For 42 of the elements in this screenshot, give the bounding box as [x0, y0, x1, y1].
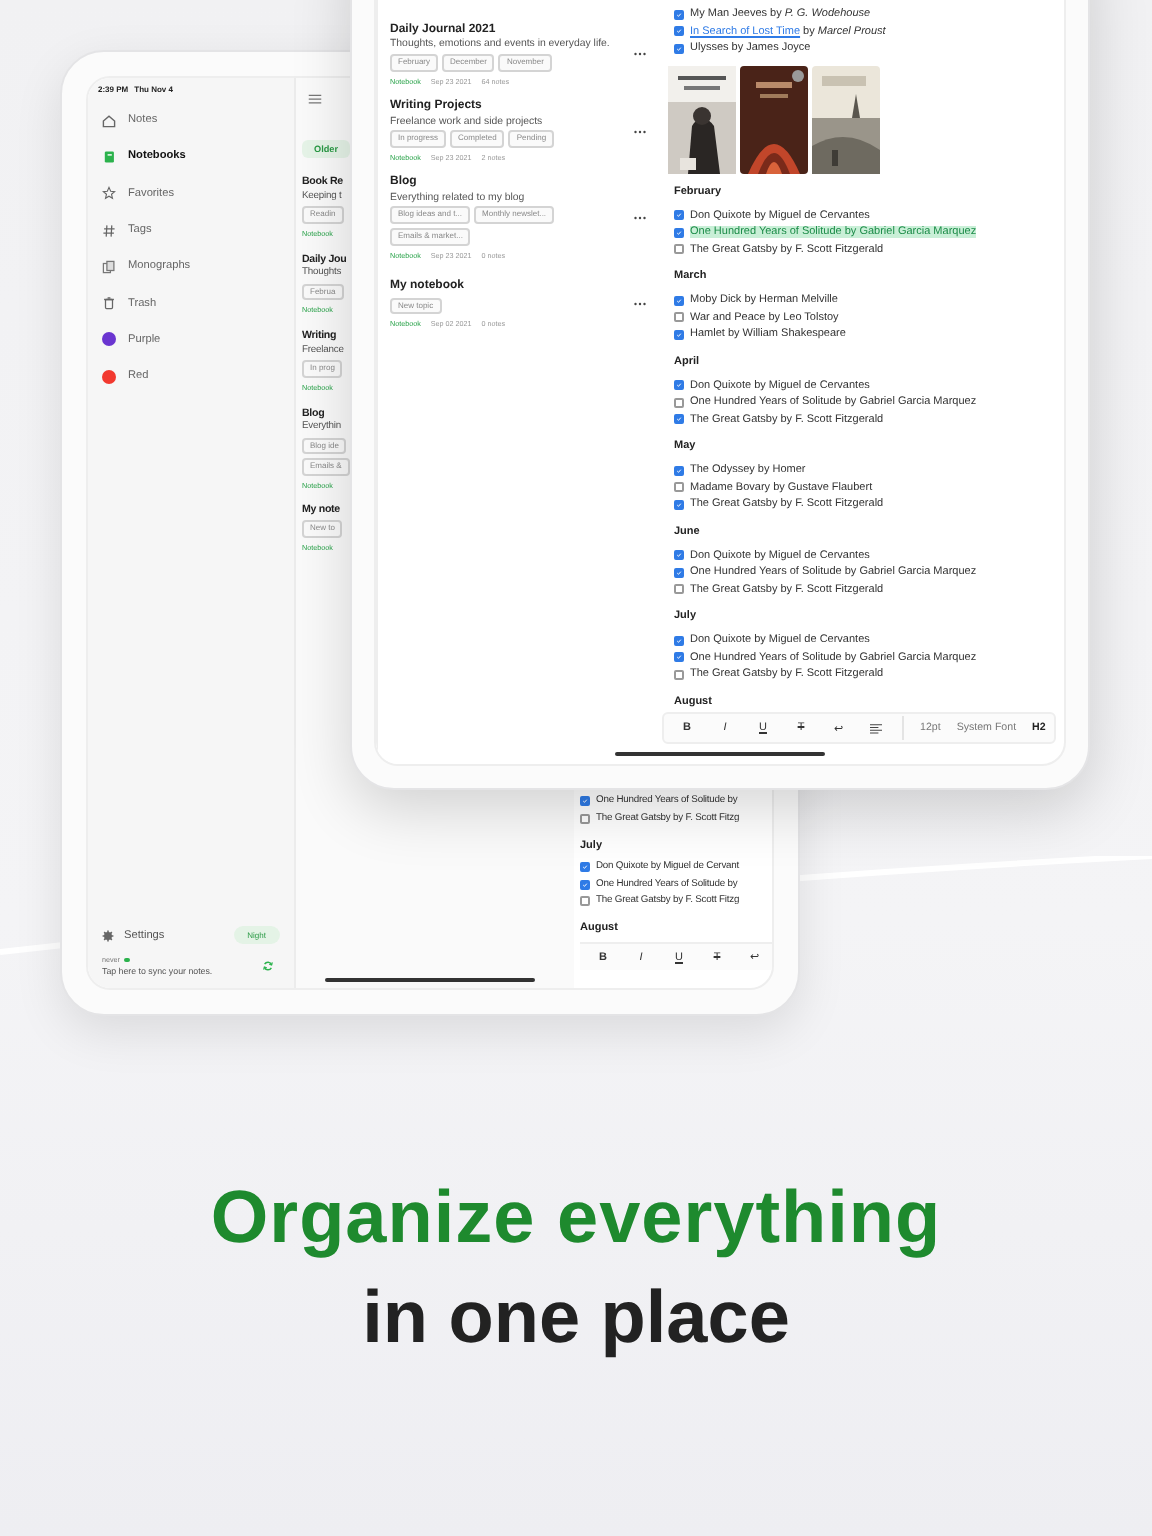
- checkbox[interactable]: [674, 312, 684, 323]
- checkbox[interactable]: [674, 43, 684, 54]
- checkbox[interactable]: [580, 862, 590, 873]
- checkbox[interactable]: [580, 879, 590, 890]
- headline: in one place: [362, 1274, 790, 1362]
- checkbox[interactable]: [674, 414, 684, 425]
- checkbox[interactable]: [674, 210, 684, 221]
- checkbox[interactable]: [674, 295, 684, 306]
- house-icon: [102, 113, 116, 128]
- checkbox[interactable]: [674, 652, 684, 663]
- checkbox[interactable]: [580, 796, 590, 807]
- settings-icon: [102, 929, 114, 941]
- more-icon[interactable]: [634, 52, 646, 57]
- checkbox[interactable]: [580, 896, 590, 907]
- checkbox[interactable]: [674, 227, 684, 238]
- align-icon[interactable]: [870, 723, 882, 733]
- checkbox[interactable]: [674, 244, 684, 255]
- headline: Organize everything: [210, 1174, 942, 1262]
- checkbox[interactable]: [674, 499, 684, 510]
- star-icon: [102, 186, 116, 201]
- hash-icon: [102, 223, 116, 238]
- checkbox[interactable]: [674, 550, 684, 561]
- status-dot-icon: [124, 957, 129, 963]
- checkbox[interactable]: [674, 329, 684, 340]
- checkbox[interactable]: [580, 813, 590, 824]
- checkbox[interactable]: [674, 669, 684, 680]
- checkbox[interactable]: [674, 397, 684, 408]
- checkbox[interactable]: [674, 465, 684, 476]
- notebook-icon: [102, 149, 116, 164]
- checkbox[interactable]: [674, 380, 684, 391]
- pages-icon: [102, 259, 116, 274]
- menu-icon[interactable]: [308, 94, 322, 104]
- checkbox[interactable]: [674, 482, 684, 493]
- checkbox[interactable]: [674, 9, 684, 20]
- sync-icon[interactable]: [262, 960, 274, 972]
- checkbox[interactable]: [674, 584, 684, 595]
- trash-icon: [102, 296, 116, 311]
- checkbox[interactable]: [674, 635, 684, 646]
- more-icon[interactable]: [634, 129, 646, 134]
- checkbox[interactable]: [674, 26, 684, 37]
- checkbox[interactable]: [674, 567, 684, 578]
- more-icon[interactable]: [634, 302, 646, 307]
